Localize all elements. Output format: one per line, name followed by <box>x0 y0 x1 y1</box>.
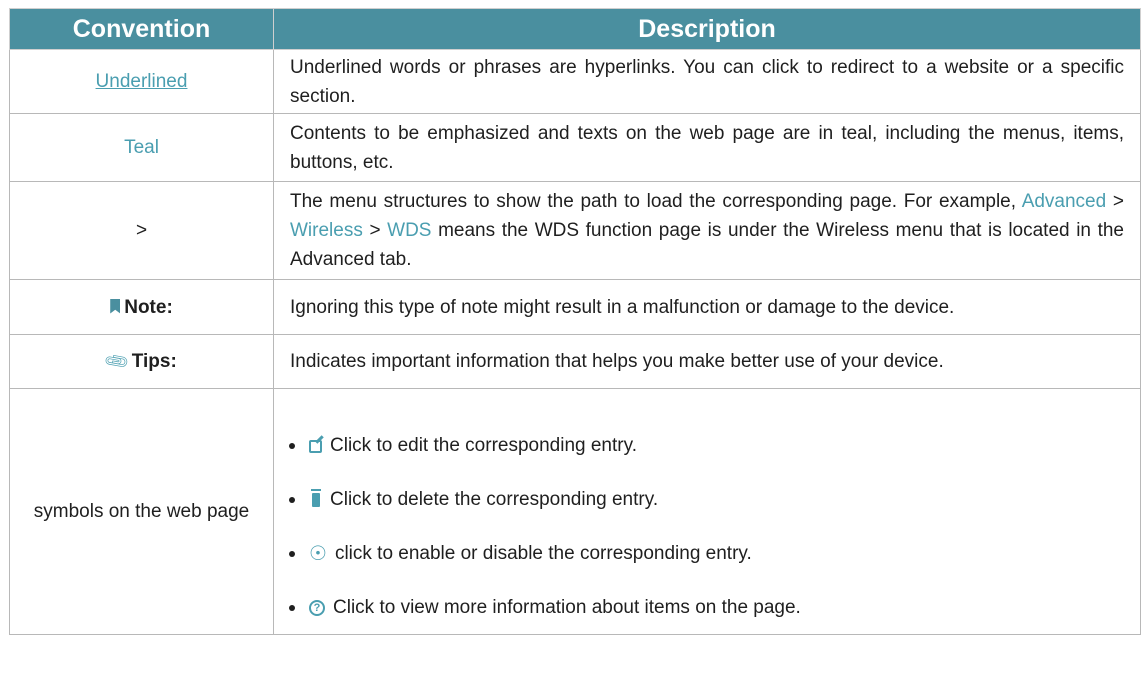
help-icon: ? <box>309 600 325 616</box>
arrow-desc-pre: The menu structures to show the path to … <box>290 191 1022 212</box>
convention-cell: > <box>9 181 274 280</box>
delete-icon <box>311 489 321 507</box>
path-advanced: Advanced <box>1021 191 1107 212</box>
table-row-teal: Teal Contents to be emphasized and texts… <box>9 113 1141 182</box>
note-label: Note: <box>124 296 173 318</box>
symbol-text: click to enable or disable the correspon… <box>334 543 752 564</box>
description-cell: Underlined words or phrases are hyperlin… <box>273 49 1141 114</box>
table-row-arrow: > The menu structures to show the path t… <box>9 181 1141 280</box>
underlined-link[interactable]: Underlined <box>96 71 188 92</box>
description-cell: The menu structures to show the path to … <box>273 181 1141 280</box>
description-cell: Ignoring this type of note might result … <box>273 279 1141 335</box>
bullet <box>289 443 295 449</box>
description-cell: Click to edit the corresponding entry. C… <box>273 388 1141 635</box>
conventions-table-container: Convention Description Underlined Underl… <box>9 8 1141 635</box>
convention-cell: 📎︎Tips: <box>9 334 274 389</box>
path-wireless: Wireless <box>290 220 363 241</box>
lightbulb-icon: ☉ <box>309 543 327 565</box>
table-row-symbols: symbols on the web page Click to edit th… <box>9 388 1141 635</box>
symbol-text: Click to view more information about ite… <box>333 597 801 618</box>
list-item: ☉ click to enable or disable the corresp… <box>289 534 1139 574</box>
table-row-note: Note: Ignoring this type of note might r… <box>9 279 1141 335</box>
path-separator: > <box>1106 191 1124 212</box>
table-header-row: Convention Description <box>9 8 1141 50</box>
paperclip-icon: 📎︎ <box>102 347 132 376</box>
header-convention: Convention <box>9 8 274 50</box>
convention-cell: Note: <box>9 279 274 335</box>
convention-cell: symbols on the web page <box>9 388 274 635</box>
description-cell: Contents to be emphasized and texts on t… <box>273 113 1141 182</box>
symbol-text: Click to delete the corresponding entry. <box>330 489 659 510</box>
path-separator: > <box>362 220 388 241</box>
edit-icon <box>309 439 322 453</box>
path-wds: WDS <box>387 220 432 241</box>
list-item: ? Click to view more information about i… <box>289 588 1139 628</box>
bullet <box>289 551 295 557</box>
teal-label: Teal <box>124 137 159 158</box>
convention-cell: Underlined <box>9 49 274 114</box>
table-row-underlined: Underlined Underlined words or phrases a… <box>9 49 1141 114</box>
symbol-text: Click to edit the corresponding entry. <box>330 435 637 456</box>
bullet <box>289 605 295 611</box>
tips-label: Tips: <box>131 351 177 372</box>
table-row-tips: 📎︎Tips: Indicates important information … <box>9 334 1141 389</box>
convention-cell: Teal <box>9 113 274 182</box>
symbols-list: Click to edit the corresponding entry. C… <box>275 426 1139 628</box>
list-item: Click to edit the corresponding entry. <box>289 426 1139 466</box>
header-description: Description <box>273 8 1141 50</box>
conventions-table: Convention Description Underlined Underl… <box>9 8 1141 635</box>
list-item: Click to delete the corresponding entry. <box>289 480 1139 520</box>
description-cell: Indicates important information that hel… <box>273 334 1141 389</box>
bookmark-icon <box>110 298 121 314</box>
bullet <box>289 497 295 503</box>
